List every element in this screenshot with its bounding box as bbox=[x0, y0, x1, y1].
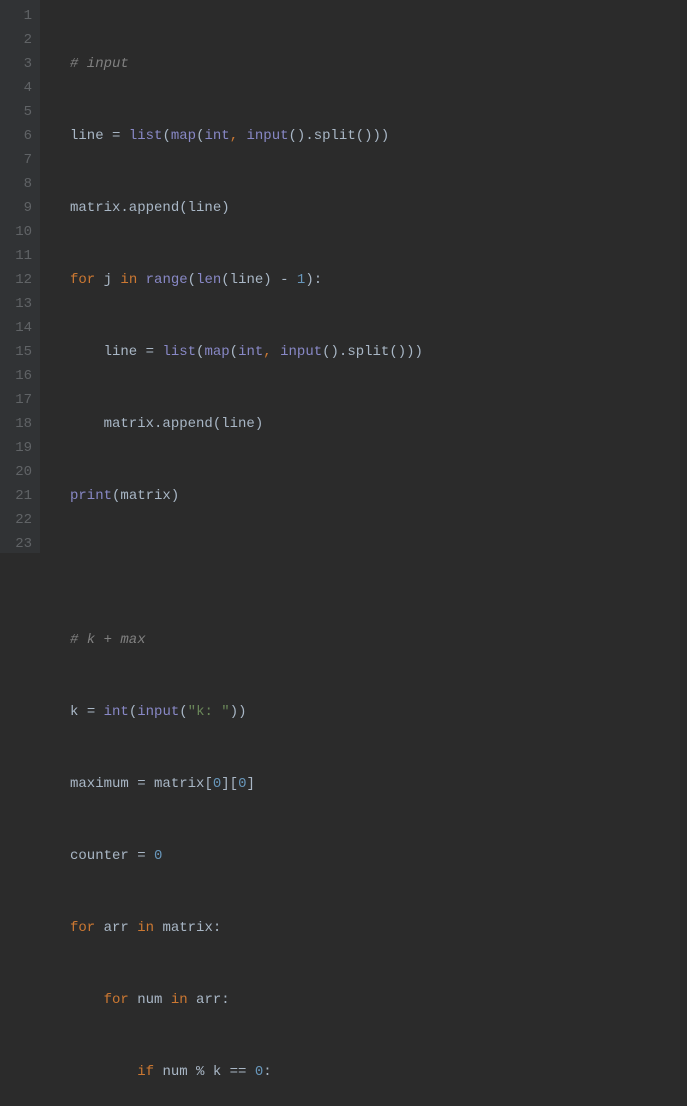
code-line: for j in range(len(line) - 1): bbox=[70, 268, 687, 292]
line-number[interactable]: 12 bbox=[0, 268, 32, 292]
line-number[interactable]: 21 bbox=[0, 484, 32, 508]
line-number[interactable]: 18 bbox=[0, 412, 32, 436]
line-number-gutter: 1 2 3 4 5 6 7 8 9 10 11 12 13 14 15 16 1… bbox=[0, 0, 40, 553]
line-number[interactable]: 11 bbox=[0, 244, 32, 268]
code-area[interactable]: # input line = list(map(int, input().spl… bbox=[58, 0, 687, 553]
line-number[interactable]: 20 bbox=[0, 460, 32, 484]
line-number[interactable]: 16 bbox=[0, 364, 32, 388]
code-editor: 1 2 3 4 5 6 7 8 9 10 11 12 13 14 15 16 1… bbox=[0, 0, 687, 553]
line-number[interactable]: 19 bbox=[0, 436, 32, 460]
code-line: # input bbox=[70, 52, 687, 76]
line-number[interactable]: 13 bbox=[0, 292, 32, 316]
line-number[interactable]: 14 bbox=[0, 316, 32, 340]
code-line: matrix.append(line) bbox=[70, 196, 687, 220]
code-line: # k + max bbox=[70, 628, 687, 652]
line-number[interactable]: 22 bbox=[0, 508, 32, 532]
line-number[interactable]: 1 bbox=[0, 4, 32, 28]
line-number[interactable]: 7 bbox=[0, 148, 32, 172]
code-line: counter = 0 bbox=[70, 844, 687, 868]
code-line: print(matrix) bbox=[70, 484, 687, 508]
code-line: for num in arr: bbox=[70, 988, 687, 1012]
line-number[interactable]: 4 bbox=[0, 76, 32, 100]
line-number[interactable]: 23 bbox=[0, 532, 32, 556]
line-number[interactable]: 3 bbox=[0, 52, 32, 76]
code-line: maximum = matrix[0][0] bbox=[70, 772, 687, 796]
line-number[interactable]: 10 bbox=[0, 220, 32, 244]
code-line: k = int(input("k: ")) bbox=[70, 700, 687, 724]
code-line bbox=[70, 556, 687, 580]
line-number[interactable]: 15 bbox=[0, 340, 32, 364]
code-line: line = list(map(int, input().split())) bbox=[70, 340, 687, 364]
fold-column bbox=[40, 0, 58, 553]
line-number[interactable]: 17 bbox=[0, 388, 32, 412]
line-number[interactable]: 2 bbox=[0, 28, 32, 52]
code-line: if num % k == 0: bbox=[70, 1060, 687, 1084]
line-number[interactable]: 8 bbox=[0, 172, 32, 196]
line-number[interactable]: 9 bbox=[0, 196, 32, 220]
code-line: matrix.append(line) bbox=[70, 412, 687, 436]
code-line: line = list(map(int, input().split())) bbox=[70, 124, 687, 148]
line-number[interactable]: 5 bbox=[0, 100, 32, 124]
code-line: for arr in matrix: bbox=[70, 916, 687, 940]
line-number[interactable]: 6 bbox=[0, 124, 32, 148]
